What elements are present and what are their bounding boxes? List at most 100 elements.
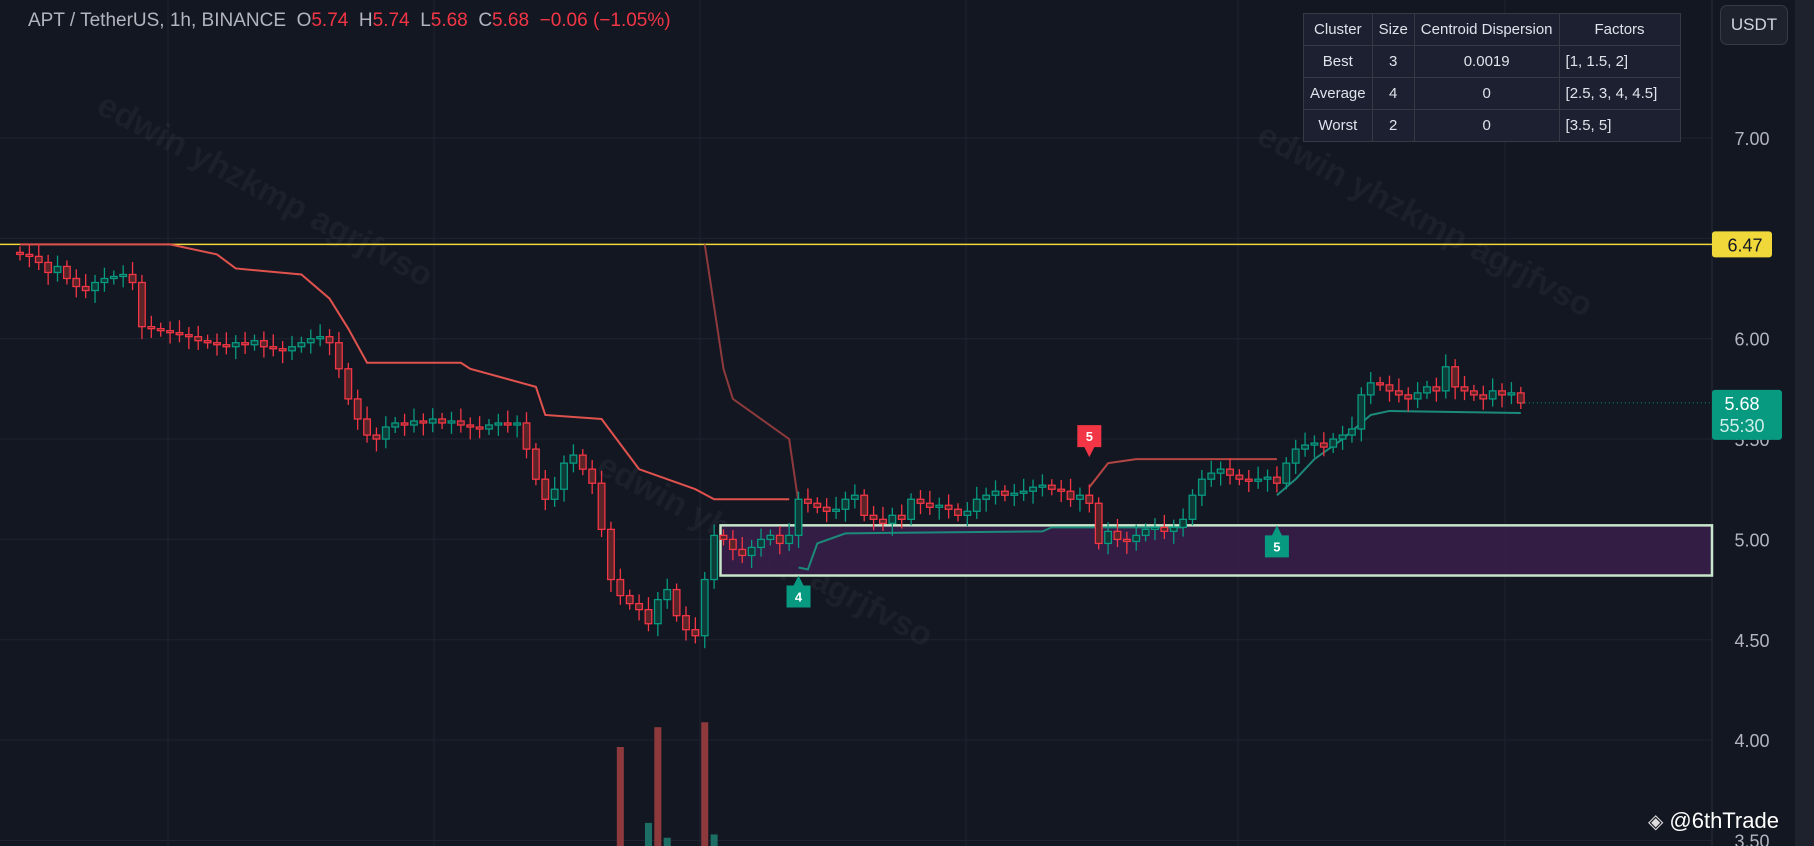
candle-body xyxy=(682,615,690,631)
candle-body xyxy=(213,342,221,346)
close-value: 5.68 xyxy=(492,10,530,31)
candle-body xyxy=(1254,478,1263,482)
candle-body xyxy=(560,462,568,490)
candle-body xyxy=(391,422,400,428)
candle-body xyxy=(1479,394,1488,400)
candle-body xyxy=(1310,442,1319,446)
cell: Best xyxy=(1303,45,1373,78)
candle-body xyxy=(53,265,62,274)
candle-body xyxy=(850,494,859,500)
signal-text: 4 xyxy=(795,590,803,605)
candle-body xyxy=(1047,484,1056,490)
candle-body xyxy=(400,422,409,426)
candle-body xyxy=(991,490,1000,496)
cell: Average xyxy=(1303,77,1373,110)
candle-body xyxy=(16,251,24,256)
candle-body xyxy=(1235,474,1244,480)
candle-body xyxy=(250,340,259,346)
candle-body xyxy=(860,494,869,516)
candle-body xyxy=(100,277,109,284)
candle-body xyxy=(222,344,231,348)
candle-body xyxy=(588,468,597,484)
candle-body xyxy=(822,506,831,512)
candle-body xyxy=(747,546,756,557)
table-row: Best 3 0.0019 [1, 1.5, 2] xyxy=(1303,45,1681,78)
candle-body xyxy=(1010,492,1019,496)
candle-body xyxy=(1451,366,1460,388)
candle-body xyxy=(1394,390,1403,396)
candle xyxy=(531,443,540,486)
candle-body xyxy=(550,488,559,500)
candle-body xyxy=(1348,428,1356,436)
candle-body xyxy=(297,342,306,348)
candle-body xyxy=(897,514,906,520)
candle-body xyxy=(1404,394,1413,400)
candle-body xyxy=(166,330,175,334)
candle-body xyxy=(719,534,728,541)
candle-body xyxy=(766,534,775,541)
y-tick-label: 5.00 xyxy=(1734,530,1769,550)
candle-body xyxy=(410,420,418,426)
candle-body xyxy=(935,504,944,508)
y-tick-label: 4.00 xyxy=(1734,731,1769,751)
high-value: 5.74 xyxy=(372,10,410,31)
candle-body xyxy=(794,498,803,537)
candle-body xyxy=(503,422,512,426)
candle-body xyxy=(925,502,934,508)
side-strip xyxy=(1795,0,1814,846)
volume-bar xyxy=(644,822,652,846)
candle-body xyxy=(91,281,99,292)
candle-body xyxy=(34,255,43,264)
candle-body xyxy=(259,340,268,348)
candle-body xyxy=(832,508,841,512)
currency-button[interactable]: USDT xyxy=(1720,5,1788,45)
candle-body xyxy=(194,336,203,342)
candle-body xyxy=(738,548,747,557)
candle-body xyxy=(541,478,550,500)
cell: 3 xyxy=(1371,45,1415,78)
y-tick-label: 7.00 xyxy=(1734,129,1769,149)
candle-body xyxy=(1029,486,1037,492)
candle-body xyxy=(1085,494,1094,504)
candle-body xyxy=(1319,442,1328,448)
cell: [1, 1.5, 2] xyxy=(1558,45,1681,78)
candle-body xyxy=(344,368,353,400)
symbol-legend: APT / TetherUS, 1h, BINANCE O5.74 H5.74 … xyxy=(28,10,671,31)
symbol-name: APT / TetherUS, 1h, BINANCE xyxy=(28,10,287,31)
bar-countdown-text: 55:30 xyxy=(1719,416,1764,436)
candle xyxy=(344,362,353,405)
candle-body xyxy=(25,253,34,258)
candle-body xyxy=(1019,490,1028,494)
candle-body xyxy=(109,275,118,280)
change-value: −0.06 (−1.05%) xyxy=(539,10,671,31)
candle-body xyxy=(1507,392,1516,396)
candle-body xyxy=(1423,386,1431,394)
candle-body xyxy=(62,265,71,280)
cell: 0 xyxy=(1413,77,1560,110)
table-row: Average 4 0 [2.5, 3, 4, 4.5] xyxy=(1303,77,1681,110)
candle-body xyxy=(616,578,625,597)
brand-handle: @6thTrade xyxy=(1669,808,1779,833)
candle-body xyxy=(1188,494,1197,520)
candle-body xyxy=(1038,484,1047,488)
candle-body xyxy=(972,498,981,512)
cell: [2.5, 3, 4, 4.5] xyxy=(1558,77,1681,110)
candle-body xyxy=(710,534,719,581)
candle-body xyxy=(672,588,681,617)
cluster-table: Cluster Size Centroid Dispersion Factors… xyxy=(1303,13,1681,142)
candle-body xyxy=(363,418,372,436)
candle-body xyxy=(494,422,503,426)
candle-body xyxy=(1226,468,1234,476)
candle-body xyxy=(466,424,475,428)
candle-body xyxy=(456,420,465,426)
binance-logo-icon: ◈ xyxy=(1648,810,1664,833)
candle-body xyxy=(1169,526,1178,533)
candle-body xyxy=(128,273,137,284)
signal-text: 5 xyxy=(1086,429,1093,444)
candle-body xyxy=(428,418,437,424)
candle-body xyxy=(813,502,822,508)
header-cell: Size xyxy=(1371,13,1415,46)
candle-body xyxy=(1000,490,1009,496)
candle-body xyxy=(841,498,850,510)
candle-body xyxy=(1244,478,1253,482)
